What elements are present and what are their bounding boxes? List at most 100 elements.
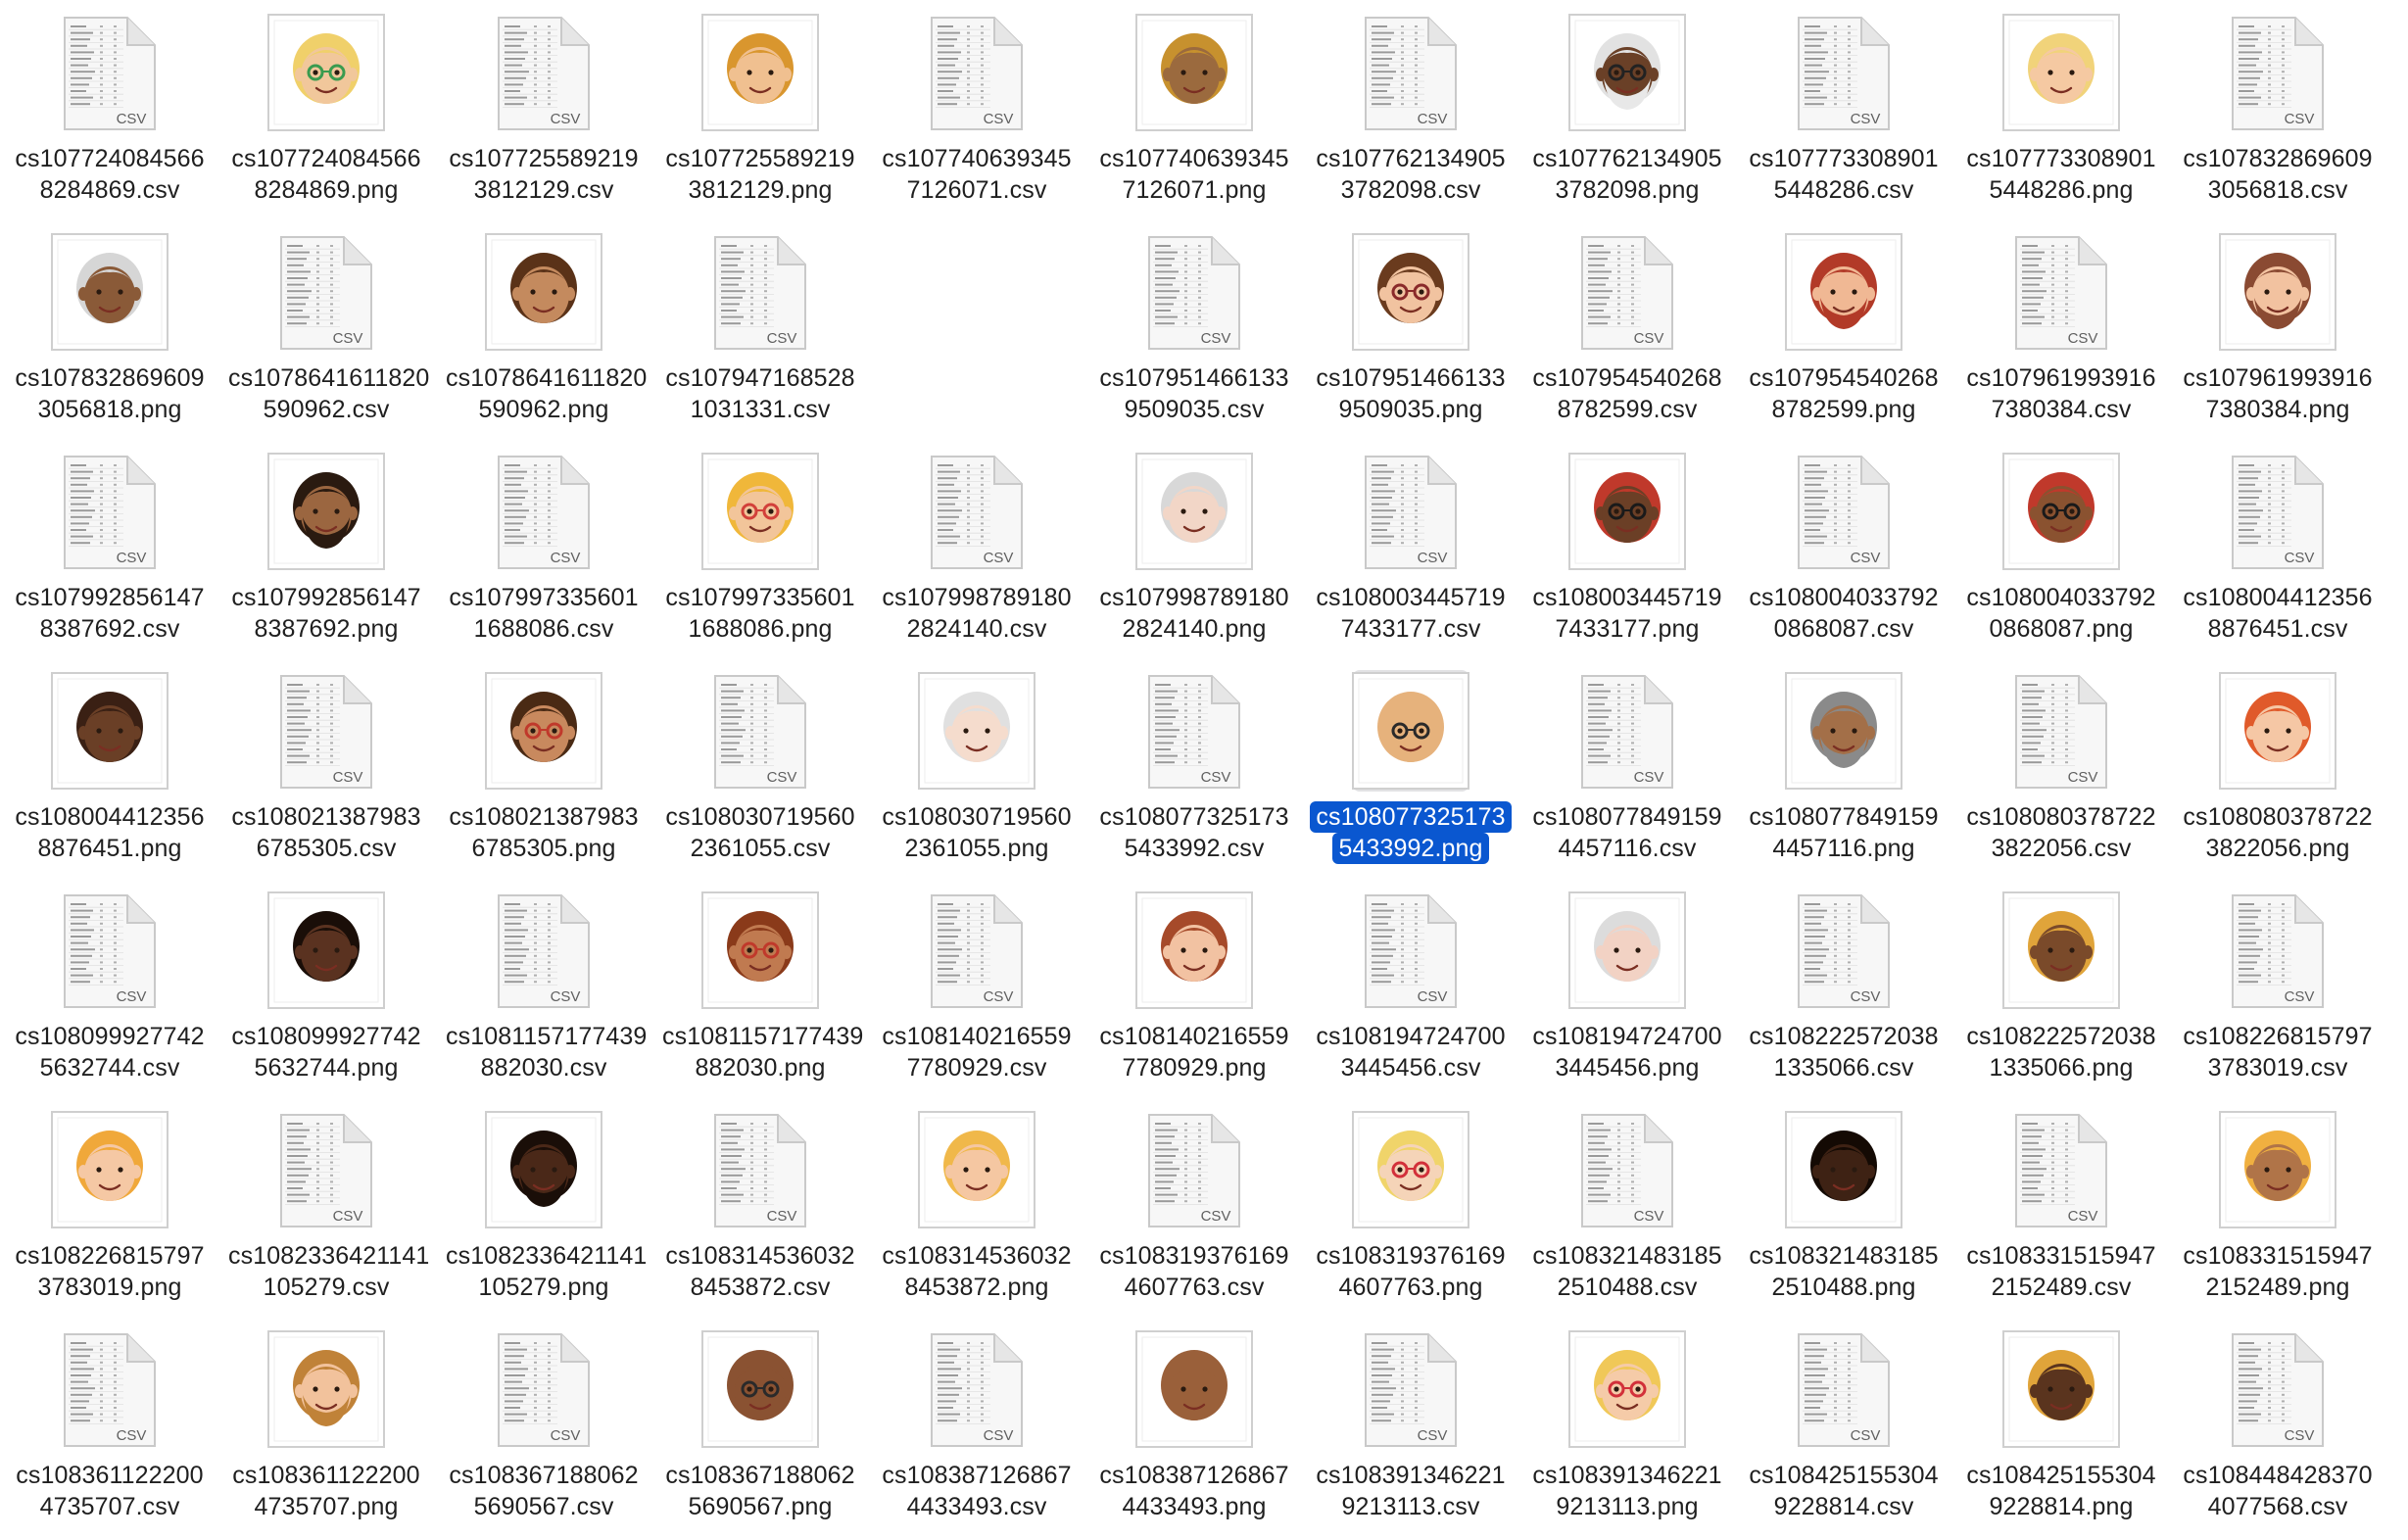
- png-file-item[interactable]: cs108425155304 9228814.png: [1957, 1321, 2165, 1540]
- file-icon-container[interactable]: [267, 451, 385, 572]
- png-file-item[interactable]: cs108331515947 2152489.png: [2174, 1101, 2382, 1321]
- file-icon-container[interactable]: [701, 890, 819, 1011]
- file-icon-container[interactable]: CSV: [2002, 670, 2120, 792]
- file-icon-container[interactable]: CSV: [1352, 451, 1469, 572]
- file-icon-container[interactable]: CSV: [485, 890, 602, 1011]
- file-icon-container[interactable]: [1568, 890, 1686, 1011]
- csv-file-item[interactable]: CSV cs108222572038 1335066.csv: [1740, 882, 1948, 1101]
- file-icon-container[interactable]: CSV: [1352, 890, 1469, 1011]
- csv-file-item[interactable]: CSV cs108004412356 8876451.csv: [2174, 443, 2382, 662]
- png-file-item[interactable]: cs108321483185 2510488.png: [1740, 1101, 1948, 1321]
- png-file-item[interactable]: cs1082336421141 105279.png: [440, 1101, 648, 1321]
- file-icon-container[interactable]: [267, 890, 385, 1011]
- file-icon-container[interactable]: CSV: [2002, 1109, 2120, 1230]
- file-icon-container[interactable]: CSV: [1135, 1109, 1253, 1230]
- file-icon-container[interactable]: CSV: [1135, 670, 1253, 792]
- file-icon-container[interactable]: CSV: [1785, 12, 1902, 133]
- file-icon-container[interactable]: CSV: [267, 1109, 385, 1230]
- png-file-item[interactable]: cs108194724700 3445456.png: [1523, 882, 1731, 1101]
- png-file-item[interactable]: cs108319376169 4607763.png: [1307, 1101, 1515, 1321]
- file-icon-container[interactable]: CSV: [485, 12, 602, 133]
- csv-file-item[interactable]: CSV cs107832869609 3056818.csv: [2174, 4, 2382, 223]
- png-file-item[interactable]: cs108314536032 8453872.png: [873, 1101, 1081, 1321]
- png-file-item[interactable]: cs108021387983 6785305.png: [440, 662, 648, 882]
- csv-file-item[interactable]: CSV cs108077325173 5433992.csv: [1090, 662, 1298, 882]
- png-file-item[interactable]: cs107724084566 8284869.png: [222, 4, 430, 223]
- file-icon-container[interactable]: [1785, 231, 1902, 353]
- png-file-item[interactable]: cs108391346221 9213113.png: [1523, 1321, 1731, 1540]
- file-icon-container[interactable]: CSV: [701, 231, 819, 353]
- file-icon-container[interactable]: [51, 231, 169, 353]
- file-icon-container[interactable]: [1135, 451, 1253, 572]
- file-icon-container[interactable]: [51, 1109, 169, 1230]
- file-icon-container[interactable]: CSV: [1785, 1328, 1902, 1450]
- png-file-item[interactable]: cs107951466133 9509035.png: [1307, 223, 1515, 443]
- csv-file-item[interactable]: CSV cs107724084566 8284869.csv: [6, 4, 214, 223]
- file-icon-container[interactable]: [2219, 231, 2336, 353]
- png-file-item[interactable]: cs107832869609 3056818.png: [6, 223, 214, 443]
- file-icon-container[interactable]: [2002, 890, 2120, 1011]
- file-icon-container[interactable]: CSV: [1352, 1328, 1469, 1450]
- file-icon-container[interactable]: [1352, 670, 1469, 792]
- csv-file-item[interactable]: CSV cs108319376169 4607763.csv: [1090, 1101, 1298, 1321]
- png-file-item[interactable]: cs107961993916 7380384.png: [2174, 223, 2382, 443]
- file-icon-container[interactable]: CSV: [918, 890, 1035, 1011]
- file-icon-container[interactable]: [485, 231, 602, 353]
- file-icon-container[interactable]: CSV: [485, 451, 602, 572]
- file-icon-container[interactable]: [267, 12, 385, 133]
- csv-file-item[interactable]: CSV cs107992856147 8387692.csv: [6, 443, 214, 662]
- file-icon-container[interactable]: CSV: [1785, 451, 1902, 572]
- file-icon-container[interactable]: CSV: [1568, 231, 1686, 353]
- png-file-item[interactable]: cs107992856147 8387692.png: [222, 443, 430, 662]
- csv-file-item[interactable]: CSV cs107998789180 2824140.csv: [873, 443, 1081, 662]
- file-icon-container[interactable]: [701, 451, 819, 572]
- png-file-item[interactable]: cs108367188062 5690567.png: [656, 1321, 864, 1540]
- file-icon-container[interactable]: CSV: [1568, 670, 1686, 792]
- png-file-item[interactable]: cs1081157177439 882030.png: [656, 882, 864, 1101]
- png-file-item[interactable]: cs108222572038 1335066.png: [1957, 882, 2165, 1101]
- csv-file-item[interactable]: CSV cs107954540268 8782599.csv: [1523, 223, 1731, 443]
- file-icon-container[interactable]: [1352, 231, 1469, 353]
- csv-file-item[interactable]: CSV cs108331515947 2152489.csv: [1957, 1101, 2165, 1321]
- png-file-item[interactable]: cs107954540268 8782599.png: [1740, 223, 1948, 443]
- png-file-item[interactable]: cs108004412356 8876451.png: [6, 662, 214, 882]
- png-file-item[interactable]: cs107998789180 2824140.png: [1090, 443, 1298, 662]
- png-file-item[interactable]: cs108077849159 4457116.png: [1740, 662, 1948, 882]
- file-icon-container[interactable]: [1785, 1109, 1902, 1230]
- file-icon-container[interactable]: CSV: [1352, 12, 1469, 133]
- csv-file-item[interactable]: CSV cs1078641611820 590962.csv: [222, 223, 430, 443]
- png-file-item[interactable]: cs107725589219 3812129.png: [656, 4, 864, 223]
- file-icon-container[interactable]: [2002, 12, 2120, 133]
- csv-file-item[interactable]: CSV cs108003445719 7433177.csv: [1307, 443, 1515, 662]
- file-icon-container[interactable]: CSV: [701, 670, 819, 792]
- csv-file-item[interactable]: CSV cs108030719560 2361055.csv: [656, 662, 864, 882]
- file-icon-container[interactable]: CSV: [701, 1109, 819, 1230]
- csv-file-item[interactable]: CSV cs108099927742 5632744.csv: [6, 882, 214, 1101]
- file-icon-container[interactable]: [1568, 451, 1686, 572]
- csv-file-item[interactable]: CSV cs108314536032 8453872.csv: [656, 1101, 864, 1321]
- file-icon-container[interactable]: CSV: [2219, 1328, 2336, 1450]
- csv-file-item[interactable]: CSV cs107773308901 5448286.csv: [1740, 4, 1948, 223]
- png-file-item[interactable]: cs108140216559 7780929.png: [1090, 882, 1298, 1101]
- file-icon-container[interactable]: [701, 1328, 819, 1450]
- csv-file-item[interactable]: CSV cs107762134905 3782098.csv: [1307, 4, 1515, 223]
- csv-file-item[interactable]: CSV cs108321483185 2510488.csv: [1523, 1101, 1731, 1321]
- png-file-item[interactable]: cs108004033792 0868087.png: [1957, 443, 2165, 662]
- png-file-item[interactable]: cs107740639345 7126071.png: [1090, 4, 1298, 223]
- file-icon-container[interactable]: [1352, 1109, 1469, 1230]
- file-icon-container[interactable]: [1135, 12, 1253, 133]
- csv-file-item[interactable]: CSV cs108387126867 4433493.csv: [873, 1321, 1081, 1540]
- csv-file-item[interactable]: CSV cs108425155304 9228814.csv: [1740, 1321, 1948, 1540]
- png-file-item[interactable]: cs108080378722 3822056.png: [2174, 662, 2382, 882]
- file-icon-container[interactable]: [918, 670, 1035, 792]
- file-icon-container[interactable]: CSV: [918, 12, 1035, 133]
- csv-file-item[interactable]: CSV cs108361122200 4735707.csv: [6, 1321, 214, 1540]
- csv-file-item[interactable]: CSV cs108194724700 3445456.csv: [1307, 882, 1515, 1101]
- png-file-item[interactable]: cs108226815797 3783019.png: [6, 1101, 214, 1321]
- csv-file-item[interactable]: CSV cs107997335601 1688086.csv: [440, 443, 648, 662]
- png-file-item[interactable]: cs108077325173 5433992.png: [1307, 662, 1515, 882]
- csv-file-item[interactable]: CSV cs108367188062 5690567.csv: [440, 1321, 648, 1540]
- csv-file-item[interactable]: CSV cs108080378722 3822056.csv: [1957, 662, 2165, 882]
- file-icon-container[interactable]: [1135, 1328, 1253, 1450]
- file-icon-container[interactable]: [1135, 890, 1253, 1011]
